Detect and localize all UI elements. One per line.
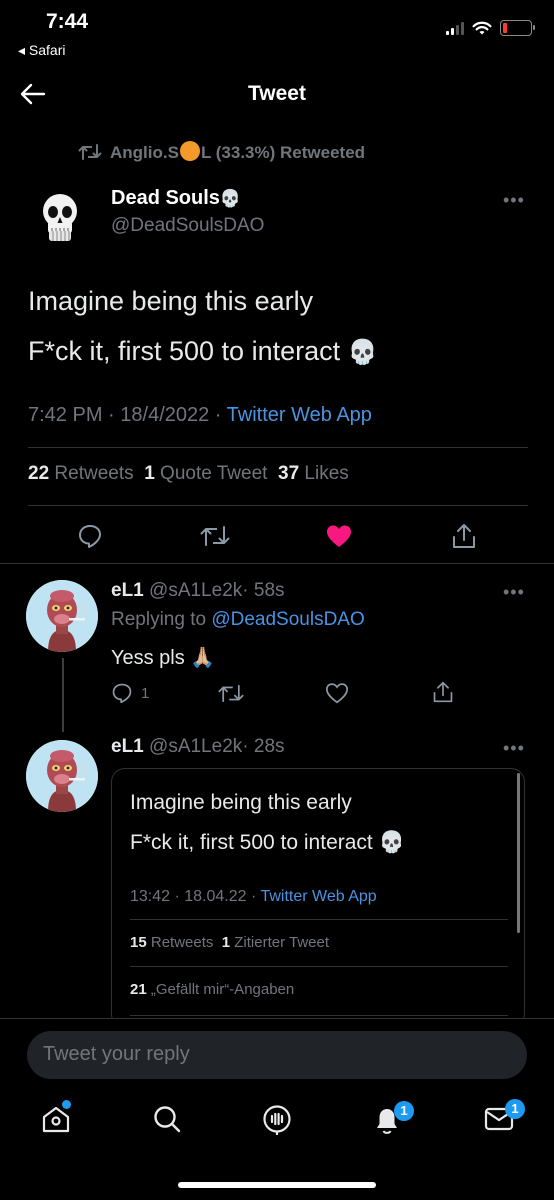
quote-stats: 15 Retweets 1 Zitierter Tweet bbox=[130, 934, 330, 951]
scrollbar[interactable] bbox=[517, 773, 520, 933]
share-button[interactable] bbox=[448, 520, 480, 552]
divider bbox=[130, 1015, 508, 1016]
divider bbox=[28, 447, 528, 448]
like-button[interactable] bbox=[323, 520, 355, 552]
tweet-stats: 22 Retweets 1 Quote Tweet 37 Likes bbox=[28, 463, 349, 485]
status-indicators bbox=[446, 20, 535, 36]
retweet-icon bbox=[218, 684, 244, 702]
messages-badge: 1 bbox=[505, 1099, 525, 1119]
quote-tweets-stat[interactable]: 1 Quote Tweet bbox=[144, 463, 267, 484]
replying-to-link[interactable]: @DeadSoulsDAO bbox=[211, 609, 364, 630]
tab-messages[interactable]: 1 bbox=[484, 1099, 525, 1132]
like-button[interactable] bbox=[325, 680, 349, 706]
share-icon bbox=[433, 681, 453, 703]
tab-notifications[interactable]: 1 bbox=[372, 1101, 414, 1136]
tab-home[interactable] bbox=[40, 1100, 72, 1135]
skull-emoji: 💀 bbox=[347, 339, 378, 366]
retweet-icon bbox=[200, 526, 230, 546]
home-indicator[interactable] bbox=[178, 1182, 376, 1188]
share-icon bbox=[453, 524, 475, 548]
heart-outline-icon bbox=[325, 683, 349, 704]
quote-meta: 13:42 · 18.04.22 · Twitter Web App bbox=[130, 888, 377, 905]
tweet-time: 7:42 PM bbox=[28, 404, 103, 426]
divider bbox=[130, 919, 508, 920]
ape-avatar-icon bbox=[26, 580, 98, 652]
search-icon bbox=[154, 1106, 181, 1133]
likes-stat[interactable]: 37 Likes bbox=[278, 463, 349, 484]
tab-spaces[interactable] bbox=[262, 1104, 292, 1136]
retweet-button[interactable] bbox=[218, 680, 244, 706]
divider bbox=[130, 966, 508, 967]
divider bbox=[0, 563, 554, 564]
author-avatar[interactable] bbox=[28, 186, 92, 250]
reply-button[interactable]: 1 bbox=[111, 680, 149, 706]
cellular-signal-icon bbox=[446, 21, 464, 35]
reply-author[interactable]: eL1 @sA1Le2k· 28s bbox=[111, 736, 285, 758]
tweet-text-line-1: Imagine being this early bbox=[28, 286, 314, 316]
author-handle[interactable]: @DeadSoulsDAO bbox=[111, 215, 264, 237]
reply-compose-input[interactable]: Tweet your reply bbox=[27, 1031, 527, 1079]
back-to-safari-link[interactable]: ◂ Safari bbox=[18, 42, 66, 59]
author-skull-emoji: 💀 bbox=[219, 189, 242, 208]
more-options-icon[interactable]: ••• bbox=[503, 738, 525, 759]
more-options-icon[interactable]: ••• bbox=[503, 582, 525, 603]
retweeter-name: Anglio.S L (33.3%) Retweeted bbox=[110, 141, 366, 162]
heart-filled-icon bbox=[327, 525, 351, 547]
wifi-icon bbox=[472, 21, 492, 34]
quote-text-line-2: F*ck it, first 500 to interact 💀 bbox=[130, 831, 405, 854]
thread-connector bbox=[62, 658, 64, 732]
author-name[interactable]: Dead Souls💀 bbox=[111, 187, 241, 210]
divider bbox=[28, 505, 528, 506]
notifications-badge: 1 bbox=[394, 1101, 414, 1121]
ape-avatar-icon bbox=[26, 740, 98, 812]
more-options-icon[interactable]: ••• bbox=[503, 190, 525, 211]
battery-icon bbox=[500, 20, 535, 36]
embedded-tweet-screenshot[interactable]: Imagine being this early F*ck it, first … bbox=[111, 768, 525, 1028]
reply-author[interactable]: eL1 @sA1Le2k· 58s bbox=[111, 580, 285, 602]
reply-button[interactable] bbox=[74, 520, 106, 552]
retweet-icon bbox=[78, 144, 102, 160]
reply-text: Yess pls 🙏🏼 bbox=[111, 647, 216, 669]
skull-icon bbox=[43, 194, 77, 241]
share-button[interactable] bbox=[432, 679, 454, 705]
reply-icon bbox=[79, 525, 101, 548]
status-time: 7:44 bbox=[46, 10, 89, 33]
page-title: Tweet bbox=[248, 82, 306, 105]
tweet-meta: 7:42 PM · 18/4/2022 · Twitter Web App bbox=[28, 404, 372, 426]
spaces-microphone-icon bbox=[263, 1105, 291, 1135]
tweet-date: 18/4/2022 bbox=[120, 404, 210, 426]
tweet-source-link[interactable]: Twitter Web App bbox=[227, 404, 372, 426]
replying-to: Replying to @DeadSoulsDAO bbox=[111, 609, 365, 630]
reply-avatar[interactable] bbox=[26, 580, 98, 652]
retweet-button[interactable] bbox=[198, 520, 232, 552]
tweet-text-line-2: F*ck it, first 500 to interact 💀 bbox=[28, 336, 378, 366]
reply-icon bbox=[112, 683, 132, 704]
retweets-stat[interactable]: 22 Retweets bbox=[28, 463, 134, 484]
quote-text-line-1: Imagine being this early bbox=[130, 791, 352, 814]
tab-search[interactable] bbox=[152, 1104, 182, 1134]
reply-count: 1 bbox=[141, 684, 150, 702]
orange-circle-emoji-icon bbox=[179, 141, 200, 161]
quote-likes: 21 „Gefällt mir“-Angaben bbox=[130, 981, 295, 998]
home-new-dot bbox=[62, 1100, 71, 1109]
retweeted-by-banner[interactable]: Anglio.S L (33.3%) Retweeted bbox=[78, 141, 365, 163]
reply-avatar[interactable] bbox=[26, 740, 98, 812]
